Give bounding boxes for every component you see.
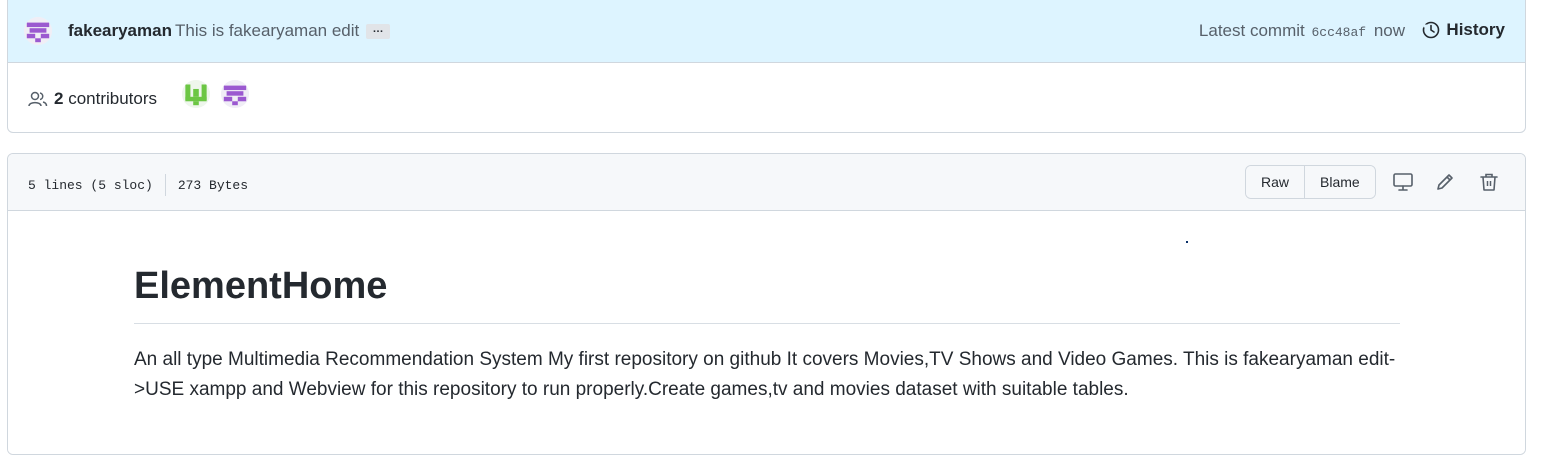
line-count: 5 lines (5 sloc) [28, 177, 153, 193]
readme-title: ElementHome [134, 265, 388, 307]
author-avatar[interactable] [24, 17, 52, 45]
file-size: 273 Bytes [177, 177, 249, 193]
file-info: 5 lines (5 sloc) 273 Bytes [28, 174, 248, 196]
readme-body: ElementHome An all type Multimedia Recom… [8, 211, 1525, 454]
display-icon[interactable] [1392, 171, 1414, 193]
commit-sha-link[interactable]: 6cc48af [1311, 25, 1366, 40]
commit-time: now [1373, 21, 1405, 40]
commit-author-link[interactable]: fakearyaman [68, 21, 172, 41]
people-icon [28, 91, 48, 107]
contributors-count: 2 [54, 89, 64, 108]
file-view-box: 5 lines (5 sloc) 273 Bytes Raw Blame Ele… [7, 153, 1526, 455]
expand-commit-button[interactable]: … [366, 24, 390, 39]
raw-button[interactable]: Raw [1246, 166, 1305, 198]
history-label: History [1446, 20, 1505, 39]
cursor-dot [1186, 241, 1188, 243]
readme-paragraph: An all type Multimedia Recommendation Sy… [134, 349, 1396, 400]
file-header: 5 lines (5 sloc) 273 Bytes Raw Blame [8, 154, 1525, 211]
commit-message-link[interactable]: This is fakearyaman edit [175, 21, 359, 41]
contributors-link[interactable]: 2 contributors [28, 89, 157, 109]
contributors-row: 2 contributors [8, 63, 1525, 132]
trash-icon[interactable] [1478, 171, 1500, 193]
latest-commit-box: fakearyaman This is fakearyaman edit … L… [7, 0, 1526, 133]
blame-button[interactable]: Blame [1304, 166, 1375, 198]
pencil-icon[interactable] [1434, 171, 1456, 193]
history-link[interactable]: History [1421, 20, 1505, 40]
title-divider [134, 323, 1400, 324]
latest-commit-info: Latest commit 6cc48af now [1199, 21, 1405, 41]
contributor-avatar-green[interactable] [182, 80, 210, 108]
file-actions-group: Raw Blame [1245, 165, 1376, 199]
contributors-label: contributors [68, 89, 158, 108]
file-info-divider [164, 174, 166, 196]
contributor-avatar-purple[interactable] [221, 80, 249, 108]
latest-commit-label: Latest commit [1198, 21, 1305, 40]
commit-row: fakearyaman This is fakearyaman edit … L… [8, 0, 1525, 63]
history-icon [1422, 21, 1440, 39]
